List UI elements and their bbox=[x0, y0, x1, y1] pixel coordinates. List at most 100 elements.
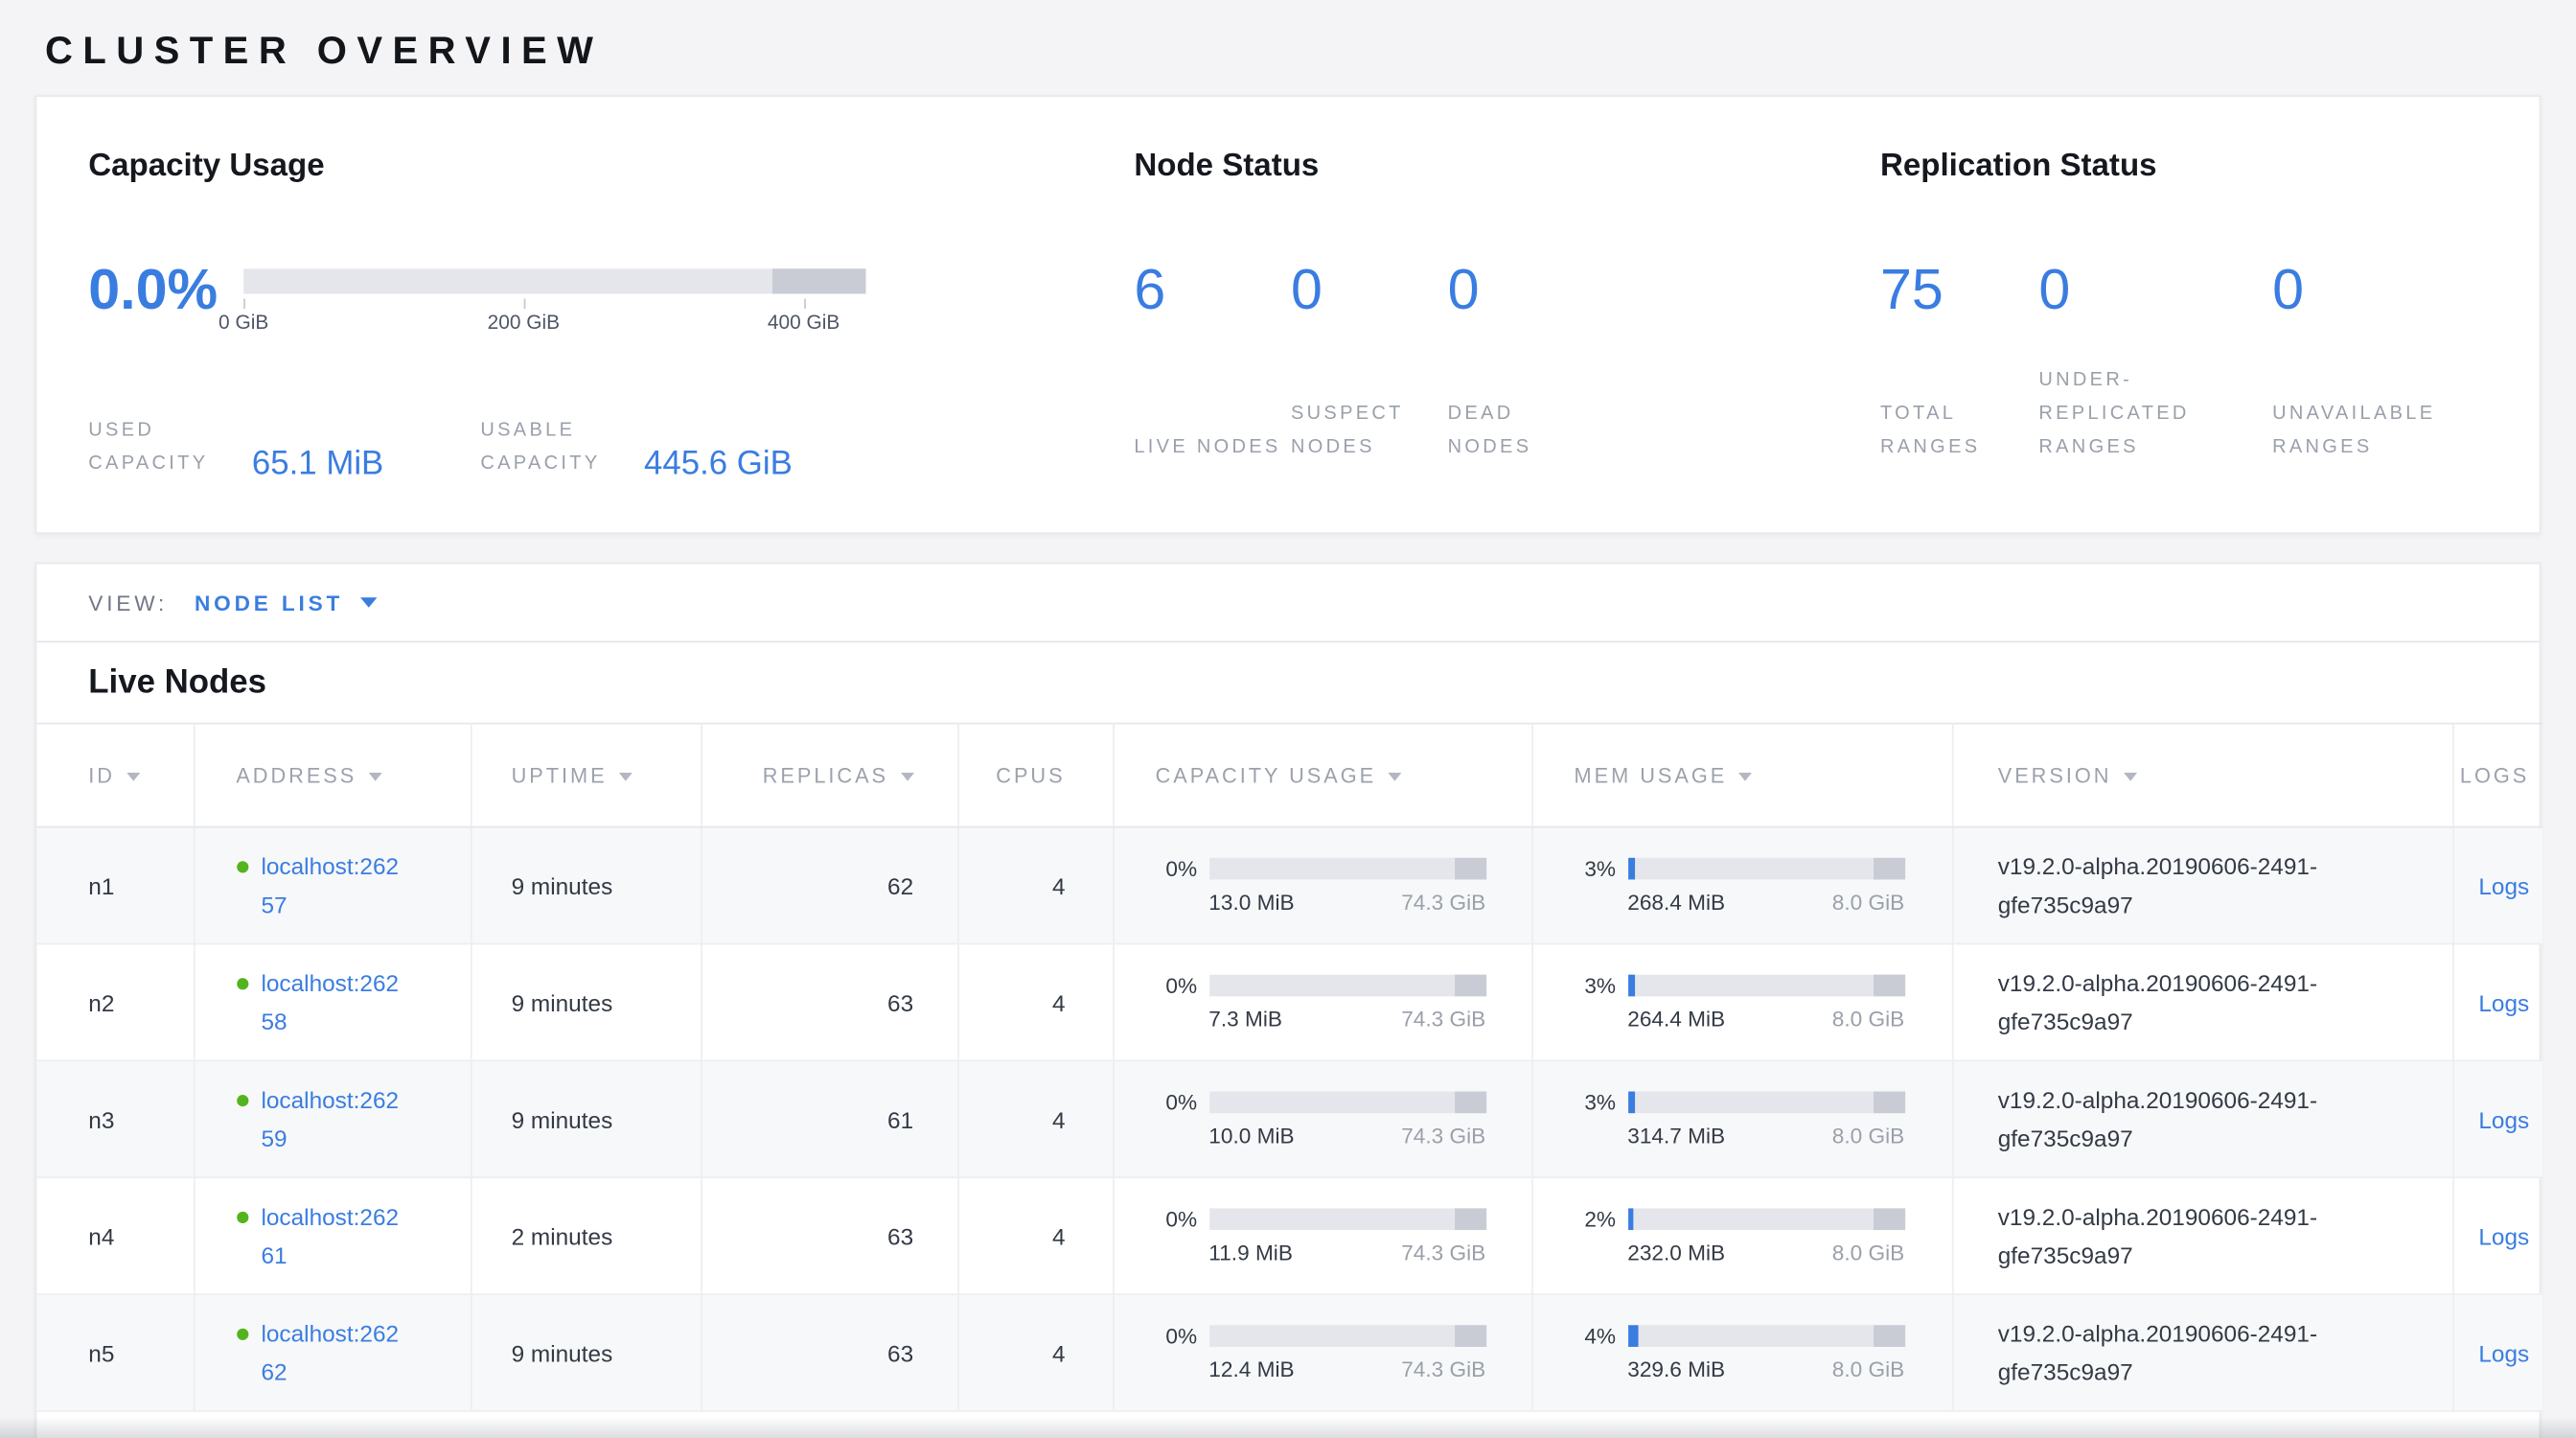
sort-arrow-icon bbox=[2124, 772, 2137, 780]
axis-tick-200: 200 GiB bbox=[488, 311, 560, 334]
live-nodes-count: 6 bbox=[1134, 261, 1291, 321]
node-uptime-cell: 9 minutes bbox=[471, 827, 701, 944]
node-memory-cell: 3% 268.4 MiB 8.0 GiB bbox=[1531, 827, 1952, 944]
node-logs-link[interactable]: Logs bbox=[2478, 872, 2529, 899]
node-id-cell: n4 bbox=[36, 1177, 194, 1294]
stat-under-replicated-ranges: 0 UNDER-REPLICATED RANGES bbox=[2038, 261, 2272, 464]
capacity-used-value: 13.0 MiB bbox=[1208, 892, 1294, 914]
column-header[interactable]: ID bbox=[36, 724, 194, 827]
node-logs-link[interactable]: Logs bbox=[2478, 1105, 2529, 1132]
usable-capacity-stat: USABLE CAPACITY 445.6 GiB bbox=[480, 414, 792, 481]
table-row: n5 localhost:26262 9 minutes 63 4 0% 12.… bbox=[36, 1294, 2542, 1411]
node-capacity-cell: 0% 12.4 MiB 74.3 GiB bbox=[1113, 1294, 1531, 1411]
node-logs-link[interactable]: Logs bbox=[2478, 1339, 2529, 1366]
capacity-total-value: 74.3 GiB bbox=[1401, 1009, 1485, 1031]
column-header[interactable]: UPTIME bbox=[471, 724, 701, 827]
memory-total-value: 8.0 GiB bbox=[1832, 1125, 1904, 1147]
memory-reserved-segment bbox=[1873, 1208, 1904, 1230]
node-id-cell: n2 bbox=[36, 943, 194, 1060]
memory-used-value: 232.0 MiB bbox=[1627, 1241, 1725, 1264]
view-selected-value: NODE LIST bbox=[195, 590, 343, 615]
memory-percent-label: 3% bbox=[1575, 975, 1617, 997]
node-address-link[interactable]: localhost:26257 bbox=[261, 847, 404, 924]
node-memory-cell: 3% 314.7 MiB 8.0 GiB bbox=[1531, 1060, 1952, 1177]
column-header-label: MEM USAGE bbox=[1575, 763, 1728, 786]
node-version-cell: v19.2.0-alpha.20190606-2491-gfe735c9a97 bbox=[1952, 943, 2452, 1060]
node-address-link[interactable]: localhost:26258 bbox=[261, 963, 404, 1040]
memory-used-value: 268.4 MiB bbox=[1627, 892, 1725, 914]
column-header[interactable]: VERSION bbox=[1952, 724, 2452, 827]
view-label: VIEW: bbox=[88, 590, 168, 615]
node-table: ID ADDRESS UPTIME REPLICAS CPUS CAPACITY… bbox=[36, 723, 2542, 1412]
column-header-label: REPLICAS bbox=[763, 763, 888, 786]
memory-used-value: 329.6 MiB bbox=[1627, 1358, 1725, 1380]
node-logs-link[interactable]: Logs bbox=[2478, 988, 2529, 1015]
sort-arrow-icon bbox=[126, 772, 140, 780]
capacity-reserved-segment bbox=[1454, 858, 1485, 880]
node-version-text: v19.2.0-alpha.20190606-2491-gfe735c9a97 bbox=[1998, 1080, 2394, 1157]
unavailable-ranges-label: UNAVAILABLE RANGES bbox=[2272, 397, 2489, 464]
node-replicas-cell: 62 bbox=[701, 827, 957, 944]
node-table-body: n1 localhost:26257 9 minutes 62 4 0% 13.… bbox=[36, 827, 2542, 1411]
page-title: CLUSTER OVERVIEW bbox=[0, 0, 2576, 74]
memory-usage-bar bbox=[1627, 1325, 1904, 1347]
unavailable-ranges-count: 0 bbox=[2272, 261, 2489, 321]
sort-arrow-icon bbox=[1738, 772, 1752, 780]
column-header[interactable]: ADDRESS bbox=[194, 724, 471, 827]
node-version-text: v19.2.0-alpha.20190606-2491-gfe735c9a97 bbox=[1998, 847, 2394, 924]
column-header[interactable]: LOGS bbox=[2452, 724, 2542, 827]
sort-arrow-icon bbox=[368, 772, 381, 780]
node-cpus-cell: 4 bbox=[957, 1177, 1113, 1294]
capacity-reserved-segment bbox=[1454, 1325, 1485, 1347]
column-header[interactable]: MEM USAGE bbox=[1531, 724, 1952, 827]
node-version-text: v19.2.0-alpha.20190606-2491-gfe735c9a97 bbox=[1998, 963, 2394, 1040]
replication-status-section: Replication Status 75 TOTAL RANGES 0 UND… bbox=[1880, 147, 2489, 532]
memory-percent-label: 3% bbox=[1575, 858, 1617, 880]
node-id-cell: n3 bbox=[36, 1060, 194, 1177]
column-header[interactable]: CPUS bbox=[957, 724, 1113, 827]
node-memory-cell: 3% 264.4 MiB 8.0 GiB bbox=[1531, 943, 1952, 1060]
under-replicated-count: 0 bbox=[2038, 261, 2272, 321]
node-address-link[interactable]: localhost:26262 bbox=[261, 1314, 404, 1391]
sort-arrow-icon bbox=[619, 772, 632, 780]
node-status-section: Node Status 6 LIVE NODES 0 SUSPECT NODES… bbox=[1134, 147, 1880, 532]
node-address-cell: localhost:26257 bbox=[194, 827, 471, 944]
capacity-usage-section: Capacity Usage 0.0% 0 GiB 200 GiB 400 Gi… bbox=[88, 147, 1134, 532]
node-address-link[interactable]: localhost:26259 bbox=[261, 1080, 404, 1157]
node-cpus-cell: 4 bbox=[957, 1294, 1113, 1411]
view-select-dropdown[interactable]: NODE LIST bbox=[195, 590, 377, 615]
dead-nodes-count: 0 bbox=[1448, 261, 1605, 321]
memory-used-fill bbox=[1627, 1092, 1636, 1114]
column-header[interactable]: REPLICAS bbox=[701, 724, 957, 827]
column-header[interactable]: CAPACITY USAGE bbox=[1113, 724, 1531, 827]
capacity-bar-reserved-segment bbox=[772, 268, 865, 293]
node-logs-link[interactable]: Logs bbox=[2478, 1222, 2529, 1249]
node-address-link[interactable]: localhost:26261 bbox=[261, 1197, 404, 1274]
capacity-reserved-segment bbox=[1454, 1092, 1485, 1114]
axis-tick-0: 0 GiB bbox=[218, 311, 268, 334]
node-capacity-cell: 0% 7.3 MiB 74.3 GiB bbox=[1113, 943, 1531, 1060]
node-address-cell: localhost:26261 bbox=[194, 1177, 471, 1294]
column-header-label: CAPACITY USAGE bbox=[1156, 763, 1377, 786]
summary-card: Capacity Usage 0.0% 0 GiB 200 GiB 400 Gi… bbox=[35, 95, 2542, 534]
stat-live-nodes: 6 LIVE NODES bbox=[1134, 261, 1291, 464]
capacity-percent-label: 0% bbox=[1156, 975, 1198, 997]
memory-total-value: 8.0 GiB bbox=[1832, 1241, 1904, 1264]
memory-reserved-segment bbox=[1873, 1325, 1904, 1347]
capacity-percent-label: 0% bbox=[1156, 1208, 1198, 1230]
memory-usage-bar bbox=[1627, 975, 1904, 997]
memory-used-value: 264.4 MiB bbox=[1627, 1009, 1725, 1031]
node-memory-cell: 4% 329.6 MiB 8.0 GiB bbox=[1531, 1294, 1952, 1411]
capacity-percent-label: 0% bbox=[1156, 1092, 1198, 1114]
capacity-percent-label: 0% bbox=[1156, 1325, 1198, 1347]
replication-status-stats: 75 TOTAL RANGES 0 UNDER-REPLICATED RANGE… bbox=[1880, 261, 2489, 464]
node-status-stats: 6 LIVE NODES 0 SUSPECT NODES 0 DEAD NODE… bbox=[1134, 261, 1880, 464]
node-address-cell: localhost:26258 bbox=[194, 943, 471, 1060]
column-header-label: ADDRESS bbox=[236, 763, 356, 786]
capacity-used-value: 7.3 MiB bbox=[1208, 1009, 1282, 1031]
memory-reserved-segment bbox=[1873, 858, 1904, 880]
node-logs-cell: Logs bbox=[2452, 1177, 2542, 1294]
column-header-label: UPTIME bbox=[512, 763, 608, 786]
memory-usage-bar bbox=[1627, 858, 1904, 880]
memory-total-value: 8.0 GiB bbox=[1832, 1009, 1904, 1031]
